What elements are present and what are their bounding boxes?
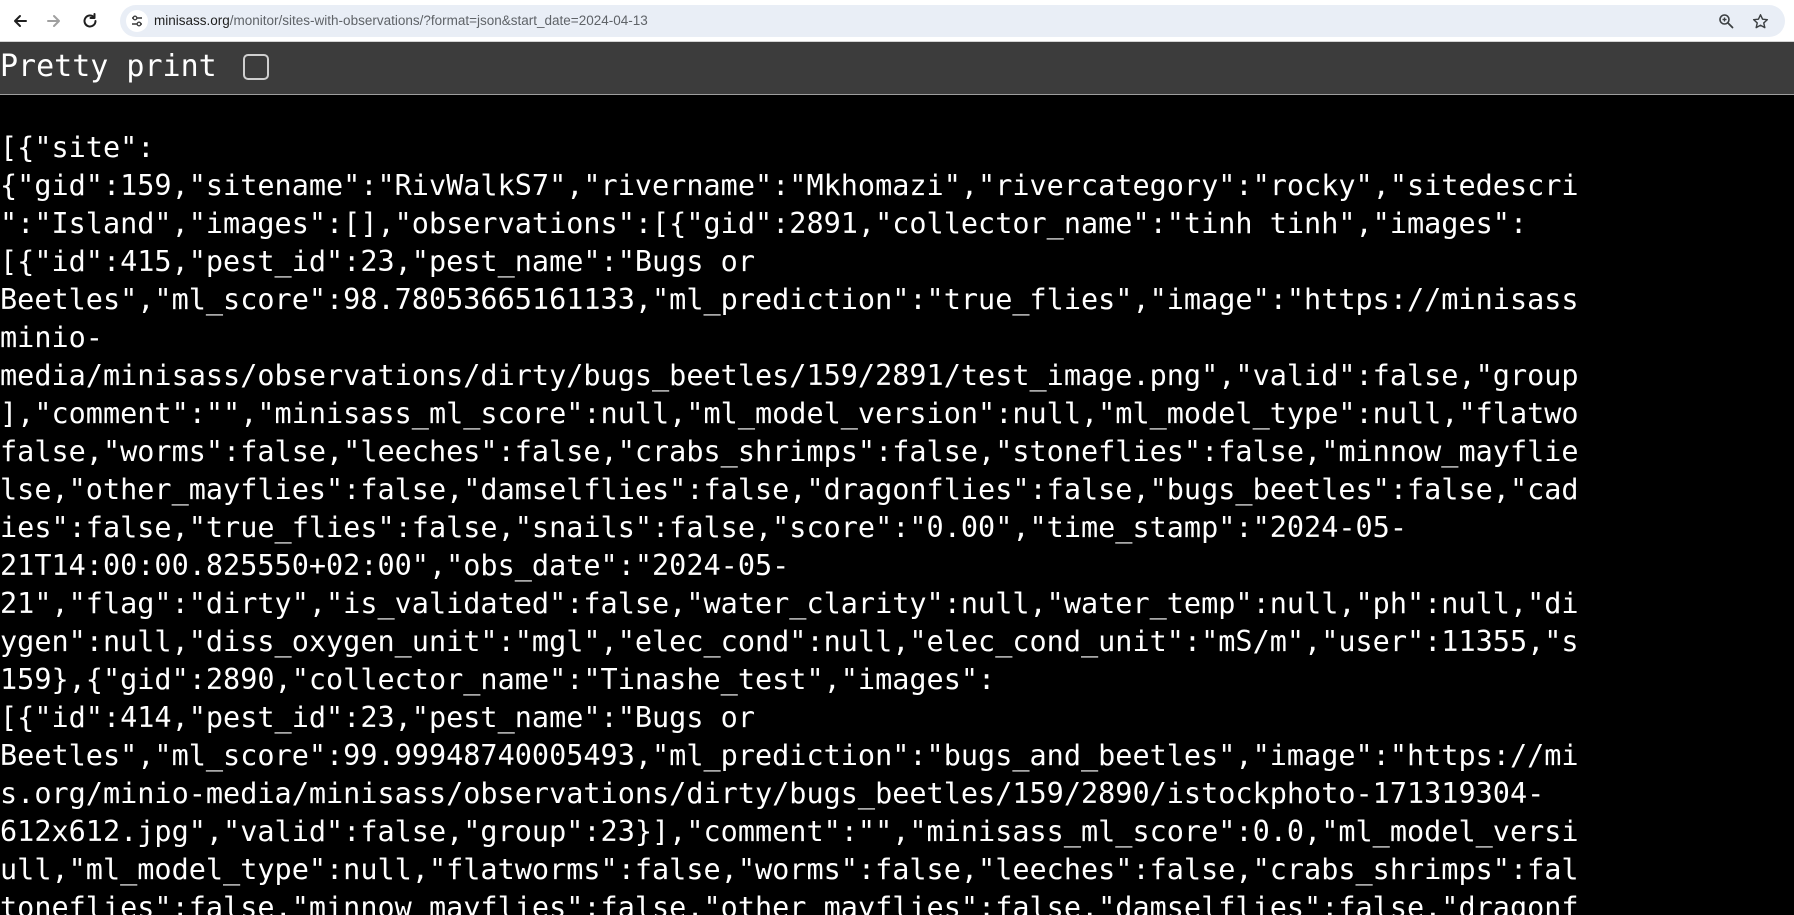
- json-line: [{"site":: [0, 131, 155, 164]
- json-line: [{"id":415,"pest_id":23,"pest_name":"Bug…: [0, 245, 755, 278]
- site-info-icon[interactable]: [126, 10, 148, 32]
- json-line: 21T14:00:00.825550+02:00","obs_date":"20…: [0, 549, 790, 582]
- json-line: 159},{"gid":2890,"collector_name":"Tinas…: [0, 663, 996, 696]
- bookmark-star-icon[interactable]: [1750, 11, 1770, 31]
- json-line: s.org/minio-media/minisass/observations/…: [0, 777, 1545, 810]
- url-text[interactable]: minisass.org/monitor/sites-with-observat…: [154, 5, 648, 37]
- json-line: false,"worms":false,"leeches":false,"cra…: [0, 435, 1579, 468]
- json-line: ull,"ml_model_type":null,"flatworms":fal…: [0, 853, 1579, 886]
- json-line: Beetles","ml_score":98.78053665161133,"m…: [0, 283, 1579, 316]
- pretty-print-checkbox[interactable]: [243, 54, 269, 80]
- json-line: Beetles","ml_score":99.99948740005493,"m…: [0, 739, 1579, 772]
- json-line: ":"Island","images":[],"observations":[{…: [0, 207, 1528, 240]
- pretty-print-label[interactable]: Pretty print: [0, 47, 217, 87]
- address-bar[interactable]: minisass.org/monitor/sites-with-observat…: [120, 5, 1785, 37]
- json-content: [{"site": {"gid":159,"sitename":"RivWalk…: [0, 129, 1794, 915]
- json-line: ygen":null,"diss_oxygen_unit":"mgl","ele…: [0, 625, 1579, 658]
- json-line: toneflies":false,"minnow_mayflies":false…: [0, 891, 1579, 915]
- json-line: [{"id":414,"pest_id":23,"pest_name":"Bug…: [0, 701, 755, 734]
- json-line: minio-: [0, 321, 103, 354]
- url-path: /monitor/sites-with-observations/?format…: [229, 13, 648, 28]
- json-line: ies":false,"true_flies":false,"snails":f…: [0, 511, 1407, 544]
- json-viewer-toolbar: Pretty print: [0, 42, 1794, 95]
- forward-arrow-icon[interactable]: [42, 9, 66, 33]
- json-line: 612x612.jpg","valid":false,"group":23}],…: [0, 815, 1579, 848]
- json-line: media/minisass/observations/dirty/bugs_b…: [0, 359, 1579, 392]
- json-line: {"gid":159,"sitename":"RivWalkS7","river…: [0, 169, 1579, 202]
- zoom-icon[interactable]: [1716, 11, 1736, 31]
- back-arrow-icon[interactable]: [8, 9, 32, 33]
- url-host: minisass.org: [154, 13, 230, 28]
- reload-icon[interactable]: [78, 9, 102, 33]
- json-line: lse,"other_mayflies":false,"damselflies"…: [0, 473, 1579, 506]
- browser-toolbar: minisass.org/monitor/sites-with-observat…: [0, 0, 1794, 42]
- json-line: 21","flag":"dirty","is_validated":false,…: [0, 587, 1579, 620]
- json-line: ],"comment":"","minisass_ml_score":null,…: [0, 397, 1579, 430]
